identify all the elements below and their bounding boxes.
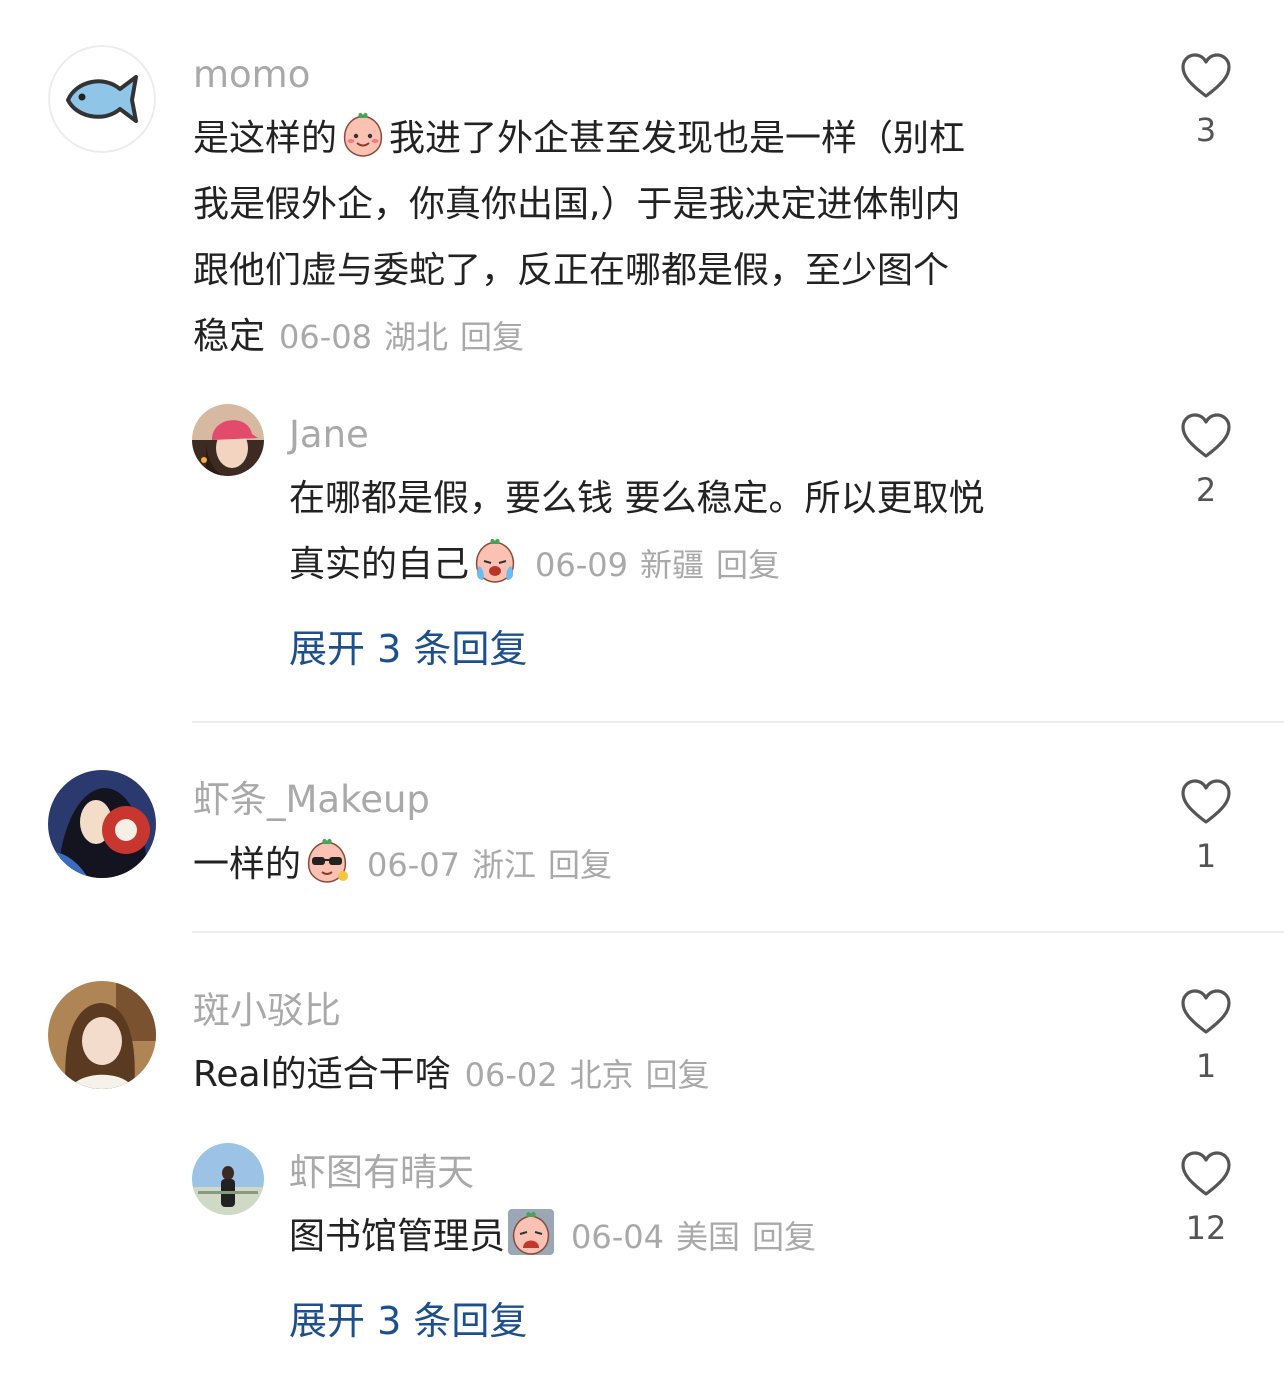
like-button[interactable]: 3 [1176, 52, 1236, 146]
tired-emoji-icon [507, 1208, 555, 1256]
comment-meta: 06-07 浙江 回复 [367, 846, 612, 884]
comment-location: 美国 [676, 1218, 741, 1256]
like-button[interactable]: 1 [1176, 778, 1236, 872]
heart-icon [1181, 1151, 1231, 1196]
reply-button[interactable]: 回复 [716, 546, 780, 584]
comment-text: 是这样的 我进了外企甚至发现也是一样（别杠 我是假外企，你真你出国,）于是我决定进… [193, 106, 965, 370]
expand-replies-button[interactable]: 展开 3 条回复 [289, 1302, 527, 1340]
comment-line: 图书馆管理员 06-04 美国 回复 [289, 1204, 816, 1270]
like-count: 12 [1185, 1209, 1227, 1247]
comment-text: 在哪都是假，要么钱 要么稳定。所以更取悦 真实的自己 06-09 新疆 回复 [289, 466, 984, 598]
comment-location: 浙江 [472, 846, 537, 884]
comment-text: 一样的 06-07 浙江 回复 [193, 832, 612, 898]
expand-replies-button[interactable]: 展开 3 条回复 [289, 630, 527, 668]
like-count: 1 [1195, 1047, 1217, 1085]
heart-icon [1181, 779, 1231, 824]
heart-icon [1181, 413, 1231, 458]
comment-line: 稳定 06-08 湖北 回复 [193, 316, 525, 357]
user-photo-icon [192, 404, 264, 476]
comment-date: 06-02 [464, 1056, 558, 1094]
comment-line: 在哪都是假，要么钱 要么稳定。所以更取悦 [289, 478, 985, 519]
divider [192, 721, 1284, 723]
comment-date: 06-09 [535, 546, 628, 584]
reply-button[interactable]: 回复 [460, 318, 524, 356]
like-count: 2 [1195, 471, 1217, 509]
comment-location: 新疆 [640, 546, 705, 584]
comment-meta: 06-04 美国 回复 [571, 1218, 816, 1256]
avatar[interactable] [48, 770, 156, 878]
like-count: 3 [1195, 111, 1217, 149]
like-button[interactable]: 12 [1176, 1150, 1236, 1244]
comment-line: 跟他们虚与委蛇了，反正在哪都是假，至少图个 [193, 250, 950, 291]
reply-button[interactable]: 回复 [646, 1056, 710, 1094]
comment-meta: 06-09 新疆 回复 [535, 546, 780, 584]
fish-icon [48, 45, 156, 153]
comment-list: momo 是这样的 我进了外企甚至发现也是一样（别杠 我是假外企，你真你出国,）于… [0, 0, 1284, 1390]
comment-location: 北京 [569, 1056, 634, 1094]
comment-line: 是这样的 我进了外企甚至发现也是一样（别杠 [193, 106, 965, 172]
comment-line: 真实的自己 06-09 新疆 回复 [289, 532, 984, 598]
username[interactable]: Jane [289, 416, 369, 453]
like-button[interactable]: 1 [1176, 988, 1236, 1082]
comment-meta: 06-08 湖北 回复 [279, 318, 524, 356]
comment-date: 06-04 [571, 1218, 664, 1256]
avatar[interactable] [48, 981, 156, 1089]
user-photo-icon [192, 1143, 264, 1215]
comment-text: Real的适合干啥 06-02 北京 回复 [193, 1042, 710, 1108]
reply-button[interactable]: 回复 [752, 1218, 816, 1256]
comment-meta: 06-02 北京 回复 [465, 1056, 710, 1094]
username[interactable]: 虾条_Makeup [193, 781, 430, 818]
like-count: 1 [1195, 837, 1217, 875]
avatar[interactable] [48, 45, 156, 153]
comment-location: 湖北 [384, 318, 449, 356]
heart-icon [1181, 53, 1231, 98]
username[interactable]: 斑小驳比 [193, 992, 341, 1029]
divider [192, 931, 1284, 933]
user-photo-icon [48, 981, 156, 1089]
comment-line: 一样的 06-07 浙江 回复 [193, 832, 612, 898]
comment-line: 我是假外企，你真你出国,）于是我决定进体制内 [193, 184, 961, 225]
reply-button[interactable]: 回复 [548, 846, 612, 884]
smile-emoji-icon [339, 110, 387, 158]
avatar[interactable] [192, 404, 264, 476]
avatar[interactable] [192, 1143, 264, 1215]
username[interactable]: momo [193, 56, 310, 93]
heart-icon [1181, 989, 1231, 1034]
comment-date: 06-08 [279, 318, 372, 356]
cool-sunglasses-emoji-icon [303, 836, 351, 884]
like-button[interactable]: 2 [1176, 412, 1236, 506]
comment-date: 06-07 [367, 846, 460, 884]
username[interactable]: 虾图有晴天 [289, 1154, 474, 1191]
comment-text: 图书馆管理员 06-04 美国 回复 [289, 1204, 816, 1270]
comment-line: Real的适合干啥 06-02 北京 回复 [193, 1054, 710, 1095]
anime-character-icon [48, 770, 156, 878]
crying-emoji-icon [471, 536, 519, 584]
